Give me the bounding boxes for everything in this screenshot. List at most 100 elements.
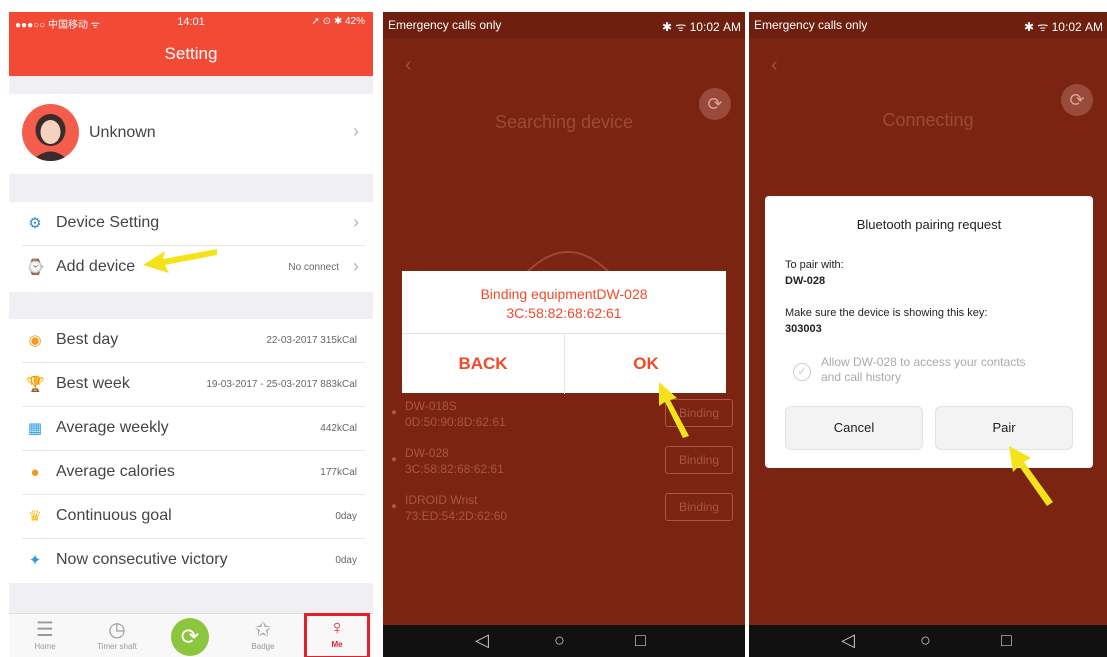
tab-badge[interactable]: ✩ Badge: [233, 618, 293, 651]
status-left: Emergency calls only: [754, 18, 868, 32]
stat-label: Continuous goal: [56, 507, 172, 524]
nav-back-icon[interactable]: ◁: [841, 630, 855, 651]
nav-recents-icon[interactable]: □: [1001, 630, 1012, 651]
stat-value: 22-03-2017 315kCal: [266, 335, 357, 346]
stat-row: ◉ Best day 22-03-2017 315kCal: [22, 319, 365, 363]
back-arrow-icon[interactable]: ‹: [405, 54, 412, 77]
tab-home[interactable]: ☰ Home: [15, 618, 75, 651]
yellow-arrow-annotation: [143, 249, 217, 273]
stat-value: 0day: [335, 511, 357, 522]
profile-name: Unknown: [89, 124, 156, 141]
device-mac: 3C:58:82:68:62:61: [405, 462, 504, 476]
connection-status: No connect: [288, 262, 339, 273]
refresh-icon: ⟳: [1069, 90, 1085, 110]
tab-label: Home: [34, 642, 56, 651]
ok-button[interactable]: OK: [565, 334, 727, 394]
device-name: IDROID Wrist: [405, 493, 478, 507]
screen-title: Connecting: [882, 110, 974, 130]
calendar-icon: ▦: [27, 420, 43, 437]
tab-timer-shaft[interactable]: ◷ Timer shaft: [87, 618, 147, 651]
add-device-label: Add device: [56, 258, 136, 275]
stat-value: 19-03-2017 - 25-03-2017 883kCal: [206, 379, 357, 390]
status-right: ➚ ⊙ ✱ 42%: [311, 16, 366, 27]
star-icon: ✩: [254, 619, 272, 641]
avatar: [22, 104, 79, 161]
stat-value: 442kCal: [320, 423, 357, 434]
stat-label: Average calories: [56, 463, 175, 480]
stat-label: Average weekly: [56, 419, 169, 436]
user-icon: ♀: [329, 617, 345, 639]
nav-recents-icon[interactable]: □: [635, 630, 646, 651]
binding-button[interactable]: Binding: [665, 446, 733, 474]
stat-row: ✦ Now consecutive victory 0day: [22, 539, 365, 583]
stat-value: 0day: [335, 555, 357, 566]
pair-key-value: 303003: [785, 323, 822, 335]
nav-home-icon[interactable]: ○: [920, 630, 931, 651]
avatar-person-icon: [32, 114, 69, 161]
allow-access-checkbox[interactable]: ✓: [793, 363, 811, 381]
nav-home-icon[interactable]: ○: [554, 630, 565, 651]
page-title: Setting: [9, 32, 373, 76]
chevron-right-icon: ›: [353, 121, 359, 141]
stat-row: 🏆 Best week 19-03-2017 - 25-03-2017 883k…: [22, 363, 365, 407]
dialog-title: Bluetooth pairing request: [856, 217, 1002, 232]
ios-status-bar: ●●●○○ 中国移动 ᯤ 14:01 ➚ ⊙ ✱ 42%: [9, 12, 373, 32]
bullet-icon: ●: [391, 407, 398, 418]
pair-with-label: To pair with:: [785, 259, 844, 271]
nav-back-icon[interactable]: ◁: [475, 630, 489, 651]
device-list-item: ● DW-028 3C:58:82:68:62:61 Binding: [391, 446, 733, 480]
trophy-icon: 🏆: [26, 376, 45, 393]
status-right: ✱ ᯤ 10:02 AM: [661, 20, 741, 34]
binding-mac-text: 3C:58:82:68:62:61: [506, 305, 622, 321]
sync-button[interactable]: ⟳: [171, 618, 209, 656]
tab-label: Badge: [251, 642, 275, 651]
chevron-right-icon: ›: [353, 256, 359, 276]
stat-label: Best day: [56, 331, 119, 348]
sync-icon: ⟳: [180, 624, 200, 649]
android-nav-bar: ◁ ○ □: [749, 625, 1107, 657]
search-device-screen: Emergency calls only ✱ ᯤ 10:02 AM ‹ ⟳ Se…: [383, 12, 745, 657]
pair-device-name: DW-028: [785, 275, 826, 287]
tab-me[interactable]: ♀ Me: [304, 613, 370, 657]
android-nav-bar: ◁ ○ □: [383, 625, 745, 657]
android-status-bar: Emergency calls only ✱ ᯤ 10:02 AM: [749, 12, 1107, 38]
stat-row: ♛ Continuous goal 0day: [22, 495, 365, 539]
clock-icon: ◷: [108, 619, 126, 641]
chevron-right-icon: ›: [353, 212, 359, 232]
stat-value: 177kCal: [320, 467, 357, 478]
refresh-icon: ⟳: [707, 94, 723, 114]
tab-bar: ☰ Home ◷ Timer shaft ⟳ ✩ Badge ♀ Me: [9, 613, 373, 657]
device-setting-label: Device Setting: [56, 214, 160, 231]
stat-row: ▦ Average weekly 442kCal: [22, 407, 365, 451]
device-list-item: ● IDROID Wrist 73:ED:54:2D:62:60 Binding: [391, 493, 733, 527]
binding-button[interactable]: Binding: [665, 493, 733, 521]
tab-label: Timer shaft: [97, 642, 137, 651]
target-icon: ◉: [28, 332, 42, 349]
stat-label: Best week: [56, 375, 130, 392]
crown-icon: ♛: [28, 508, 42, 525]
ios-settings-screen: ●●●○○ 中国移动 ᯤ 14:01 ➚ ⊙ ✱ 42% Setting Unk…: [9, 12, 373, 657]
yellow-arrow-annotation: [659, 382, 689, 438]
allow-access-line2: and call history: [821, 370, 902, 384]
stats-section: ◉ Best day 22-03-2017 315kCal 🏆 Best wee…: [9, 319, 373, 583]
bluetooth-pairing-dialog: Bluetooth pairing request To pair with: …: [765, 196, 1093, 468]
status-left: Emergency calls only: [388, 18, 502, 32]
device-setting-row[interactable]: ⚙ Device Setting ›: [22, 202, 365, 246]
bullet-icon: ●: [391, 454, 398, 465]
profile-row[interactable]: Unknown ›: [9, 94, 373, 174]
back-button[interactable]: BACK: [402, 334, 564, 394]
gear-icon: ⚙: [28, 215, 42, 232]
allow-access-line1: Allow DW-028 to access your contacts: [821, 355, 1026, 369]
stat-label: Now consecutive victory: [56, 551, 228, 568]
back-arrow-icon[interactable]: ‹: [771, 54, 778, 77]
stat-row: ● Average calories 177kCal: [22, 451, 365, 495]
allow-access-label: Allow DW-028 to access your contacts and…: [821, 355, 1026, 385]
android-status-bar: Emergency calls only ✱ ᯤ 10:02 AM: [383, 12, 745, 38]
status-right: ✱ ᯤ 10:02 AM: [1023, 20, 1103, 34]
device-name: DW-018S: [405, 399, 457, 413]
screen-title: Searching device: [494, 112, 634, 132]
binding-device-text: Binding equipmentDW-028: [480, 286, 648, 302]
binding-dialog: Binding equipmentDW-028 3C:58:82:68:62:6…: [402, 271, 727, 394]
cancel-button[interactable]: Cancel: [785, 406, 923, 450]
flame-icon: ●: [30, 464, 40, 481]
